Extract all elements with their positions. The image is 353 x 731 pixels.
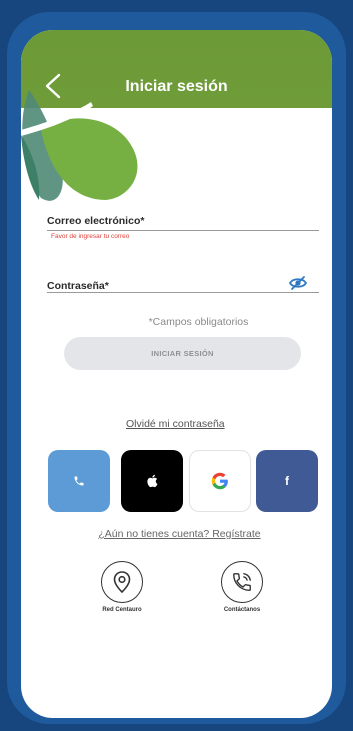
network-label: Red Centauro [102, 607, 142, 613]
phone-login-button[interactable] [48, 450, 110, 512]
login-button[interactable]: INICIAR SESIÓN [64, 337, 301, 370]
required-fields-note: *Campos obligatorios [148, 316, 249, 328]
contact-nav-item[interactable]: Contáctanos [202, 561, 282, 613]
eye-slash-icon[interactable] [288, 275, 308, 291]
phone-call-icon [233, 573, 251, 591]
phone-icon [74, 476, 84, 486]
email-underline [47, 230, 319, 231]
password-underline [47, 292, 319, 293]
network-nav-item[interactable]: Red Centauro [82, 561, 162, 613]
register-link[interactable]: ¿Aún no tienes cuenta? Regístrate [21, 528, 332, 540]
contact-label: Contáctanos [223, 607, 261, 613]
google-icon [211, 472, 228, 490]
email-field[interactable] [47, 213, 319, 231]
location-pin-icon [113, 571, 131, 593]
google-login-button[interactable] [189, 450, 251, 512]
forgot-password-link[interactable]: Olvidé mi contraseña [126, 418, 225, 430]
contact-circle [221, 561, 263, 603]
decorative-leaf-graphic [21, 90, 138, 201]
facebook-login-button[interactable]: f [256, 450, 318, 512]
email-error-text: Favor de ingresar tu correo [51, 233, 130, 240]
location-circle [101, 561, 143, 603]
app-screen: Iniciar sesión Correo electrónico* Favor… [21, 30, 332, 718]
apple-login-button[interactable] [121, 450, 183, 512]
facebook-icon: f [285, 474, 289, 488]
apple-icon [147, 474, 158, 488]
